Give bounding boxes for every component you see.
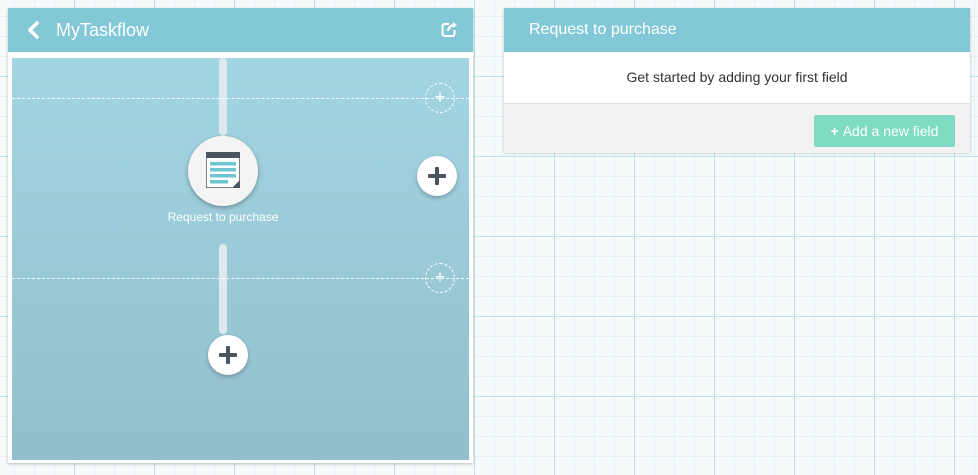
drop-line-top xyxy=(12,98,469,99)
add-field-label: Add a new field xyxy=(842,123,939,139)
add-branch-top-button[interactable]: + xyxy=(425,83,455,113)
chevron-left-icon[interactable] xyxy=(26,21,40,39)
taskflow-canvas: + + Request to purchase xyxy=(12,58,469,460)
form-footer: + Add a new field xyxy=(504,103,970,153)
step-node-request-to-purchase[interactable] xyxy=(188,136,258,206)
step-label: Request to purchase xyxy=(167,210,279,224)
add-field-button[interactable]: + Add a new field xyxy=(814,115,955,147)
plus-icon: + xyxy=(434,267,446,287)
taskflow-header: MyTaskflow xyxy=(8,8,473,52)
form-card: Request to purchase Get started by addin… xyxy=(504,8,970,153)
taskflow-title: MyTaskflow xyxy=(56,20,150,40)
add-step-button[interactable] xyxy=(208,335,248,375)
connector-bottom xyxy=(219,244,227,334)
drop-line-bottom xyxy=(12,278,469,279)
connector-top xyxy=(219,58,227,136)
form-title: Request to purchase xyxy=(529,21,677,38)
add-branch-bottom-button[interactable]: + xyxy=(425,263,455,293)
form-header: Request to purchase xyxy=(504,8,970,52)
form-icon xyxy=(205,151,241,193)
plus-icon: + xyxy=(434,87,446,107)
share-icon[interactable] xyxy=(440,19,460,39)
taskflow-panel: MyTaskflow + + Request to purchase xyxy=(8,8,473,463)
add-parallel-step-button[interactable] xyxy=(417,156,457,196)
plus-icon: + xyxy=(830,123,839,139)
plus-icon xyxy=(219,346,237,364)
plus-icon xyxy=(428,167,446,185)
empty-state-message: Get started by adding your first field xyxy=(626,69,848,85)
